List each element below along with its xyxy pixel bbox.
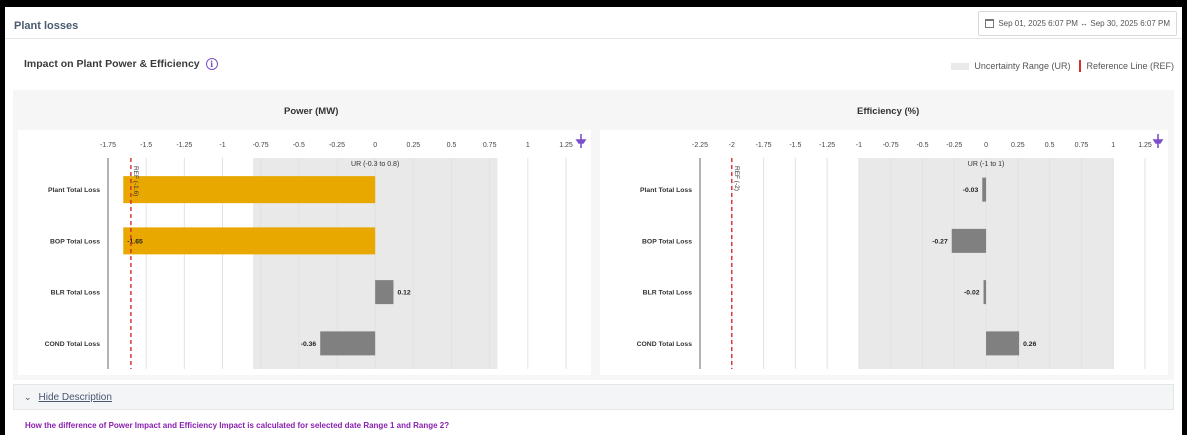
x-tick-label: 0 bbox=[984, 142, 988, 149]
x-tick-label: -1.75 bbox=[100, 142, 116, 149]
value-label: 0.26 bbox=[1023, 341, 1036, 348]
x-tick-label: -0.75 bbox=[253, 142, 269, 149]
value-label: -0.02 bbox=[964, 290, 980, 297]
category-label: COND Total Loss bbox=[45, 341, 101, 348]
reference-label: REF (-1.6) bbox=[132, 166, 139, 196]
bar bbox=[123, 176, 376, 204]
date-range-picker[interactable]: Sep 01, 2025 6:07 PM ↔ Sep 30, 2025 6:07… bbox=[978, 11, 1177, 36]
x-tick-label: -1.75 bbox=[756, 142, 772, 149]
efficiency-chart: -2.25 -2 -1.75 -1.5 -1.25 -1 -0.75 -0.5 -0.25 0 0.… bbox=[600, 130, 1168, 375]
uncertainty-label: UR (-0.3 to 0.8) bbox=[351, 161, 399, 168]
value-label: -1.65 bbox=[127, 238, 143, 245]
category-label: BLR Total Loss bbox=[643, 290, 693, 297]
bar bbox=[375, 280, 394, 305]
plant-losses-card: Plant losses Sep 01, 2025 6:07 PM ↔ Sep … bbox=[5, 7, 1182, 435]
value-label: -0.36 bbox=[301, 341, 317, 348]
pin-icon bbox=[1152, 134, 1164, 148]
category-label: BOP Total Loss bbox=[642, 238, 692, 245]
category-label: Plant Total Loss bbox=[640, 187, 692, 194]
efficiency-chart-svg: -2.25 -2 -1.75 -1.5 -1.25 -1 -0.75 -0.5 -0.25 0 0.… bbox=[637, 134, 1164, 369]
x-tick-label: 0 bbox=[373, 142, 377, 149]
x-tick-label: 0.75 bbox=[1075, 142, 1089, 149]
reference-legend-label: Reference Line (REF) bbox=[1086, 61, 1174, 71]
x-tick-label: 1 bbox=[1111, 142, 1115, 149]
x-tick-label: -1.5 bbox=[789, 142, 801, 149]
bar bbox=[982, 177, 987, 202]
x-tick-label: -1 bbox=[856, 142, 862, 149]
card-title: Plant losses bbox=[14, 20, 79, 32]
chart-legend: Uncertainty Range (UR) Reference Line (R… bbox=[951, 60, 1174, 72]
bar bbox=[983, 280, 987, 305]
x-tick-label: 0.5 bbox=[1045, 142, 1055, 149]
section-title-text: Impact on Plant Power & Efficiency bbox=[24, 58, 200, 70]
x-tick-label: -1.25 bbox=[176, 142, 192, 149]
value-label: -0.27 bbox=[932, 238, 948, 245]
value-label: -0.03 bbox=[963, 187, 979, 194]
value-label: 0.12 bbox=[397, 290, 410, 297]
x-tick-label: 0.25 bbox=[1011, 142, 1025, 149]
x-tick-label: -0.75 bbox=[883, 142, 899, 149]
x-tick-label: -1.25 bbox=[819, 142, 835, 149]
x-tick-label: -0.25 bbox=[329, 142, 345, 149]
x-tick-label: 1.25 bbox=[559, 142, 573, 149]
uncertainty-swatch bbox=[951, 62, 970, 70]
x-tick-label: -1 bbox=[219, 142, 225, 149]
power-chart-svg: -1.75 -1.5 -1.25 -1 -0.75 -0.5 -0.25 0 0.25 0.5 0.… bbox=[45, 134, 587, 369]
power-chart-title: Power (MW) bbox=[284, 106, 339, 117]
category-label: BOP Total Loss bbox=[50, 238, 100, 245]
bar bbox=[951, 228, 987, 253]
x-tick-label: 0.5 bbox=[447, 142, 457, 149]
x-tick-label: -1.5 bbox=[140, 142, 152, 149]
x-tick-label: -0.5 bbox=[293, 142, 305, 149]
x-tick-label: 1 bbox=[526, 142, 530, 149]
category-label: COND Total Loss bbox=[637, 341, 693, 348]
date-range-text: Sep 01, 2025 6:07 PM ↔ Sep 30, 2025 6:07… bbox=[998, 19, 1170, 28]
x-tick-label: -2 bbox=[729, 142, 735, 149]
power-chart: -1.75 -1.5 -1.25 -1 -0.75 -0.5 -0.25 0 0.25 0.5 0.… bbox=[18, 130, 591, 375]
calendar-icon bbox=[985, 19, 995, 28]
description-question: How the difference of Power Impact and E… bbox=[25, 421, 450, 430]
pin-icon-shape bbox=[1152, 134, 1164, 148]
category-label: BLR Total Loss bbox=[51, 290, 101, 297]
description-toggle-bar[interactable]: ⌄ Hide Description bbox=[13, 384, 1174, 410]
reference-label: REF (-2) bbox=[733, 166, 740, 191]
x-tick-label: 0.75 bbox=[483, 142, 497, 149]
pin-icon-shape bbox=[575, 134, 587, 148]
x-tick-label: -0.25 bbox=[946, 142, 962, 149]
section-title: Impact on Plant Power & Efficiency i bbox=[24, 58, 218, 70]
x-tick-label: -0.5 bbox=[916, 142, 928, 149]
pin-icon bbox=[575, 134, 587, 148]
info-icon[interactable]: i bbox=[205, 58, 218, 70]
x-tick-label: 1.25 bbox=[1138, 142, 1152, 149]
x-tick-label: 0.25 bbox=[407, 142, 421, 149]
chevron-down-icon: ⌄ bbox=[24, 391, 32, 402]
uncertainty-label: UR (-1 to 1) bbox=[968, 161, 1005, 168]
reference-swatch bbox=[1079, 60, 1082, 72]
uncertainty-legend-label: Uncertainty Range (UR) bbox=[974, 61, 1071, 71]
efficiency-chart-title: Efficiency (%) bbox=[857, 106, 920, 117]
bar bbox=[986, 331, 1020, 356]
bar bbox=[123, 227, 376, 255]
category-label: Plant Total Loss bbox=[48, 187, 100, 194]
x-tick-label: -2.25 bbox=[692, 142, 708, 149]
charts-area: Power (MW) Efficiency (%) -1.75 -1.5 -1.25… bbox=[13, 90, 1174, 380]
card-header: Plant losses Sep 01, 2025 6:07 PM ↔ Sep … bbox=[5, 7, 1182, 39]
hide-description-link[interactable]: Hide Description bbox=[39, 392, 112, 403]
bar bbox=[320, 331, 376, 356]
